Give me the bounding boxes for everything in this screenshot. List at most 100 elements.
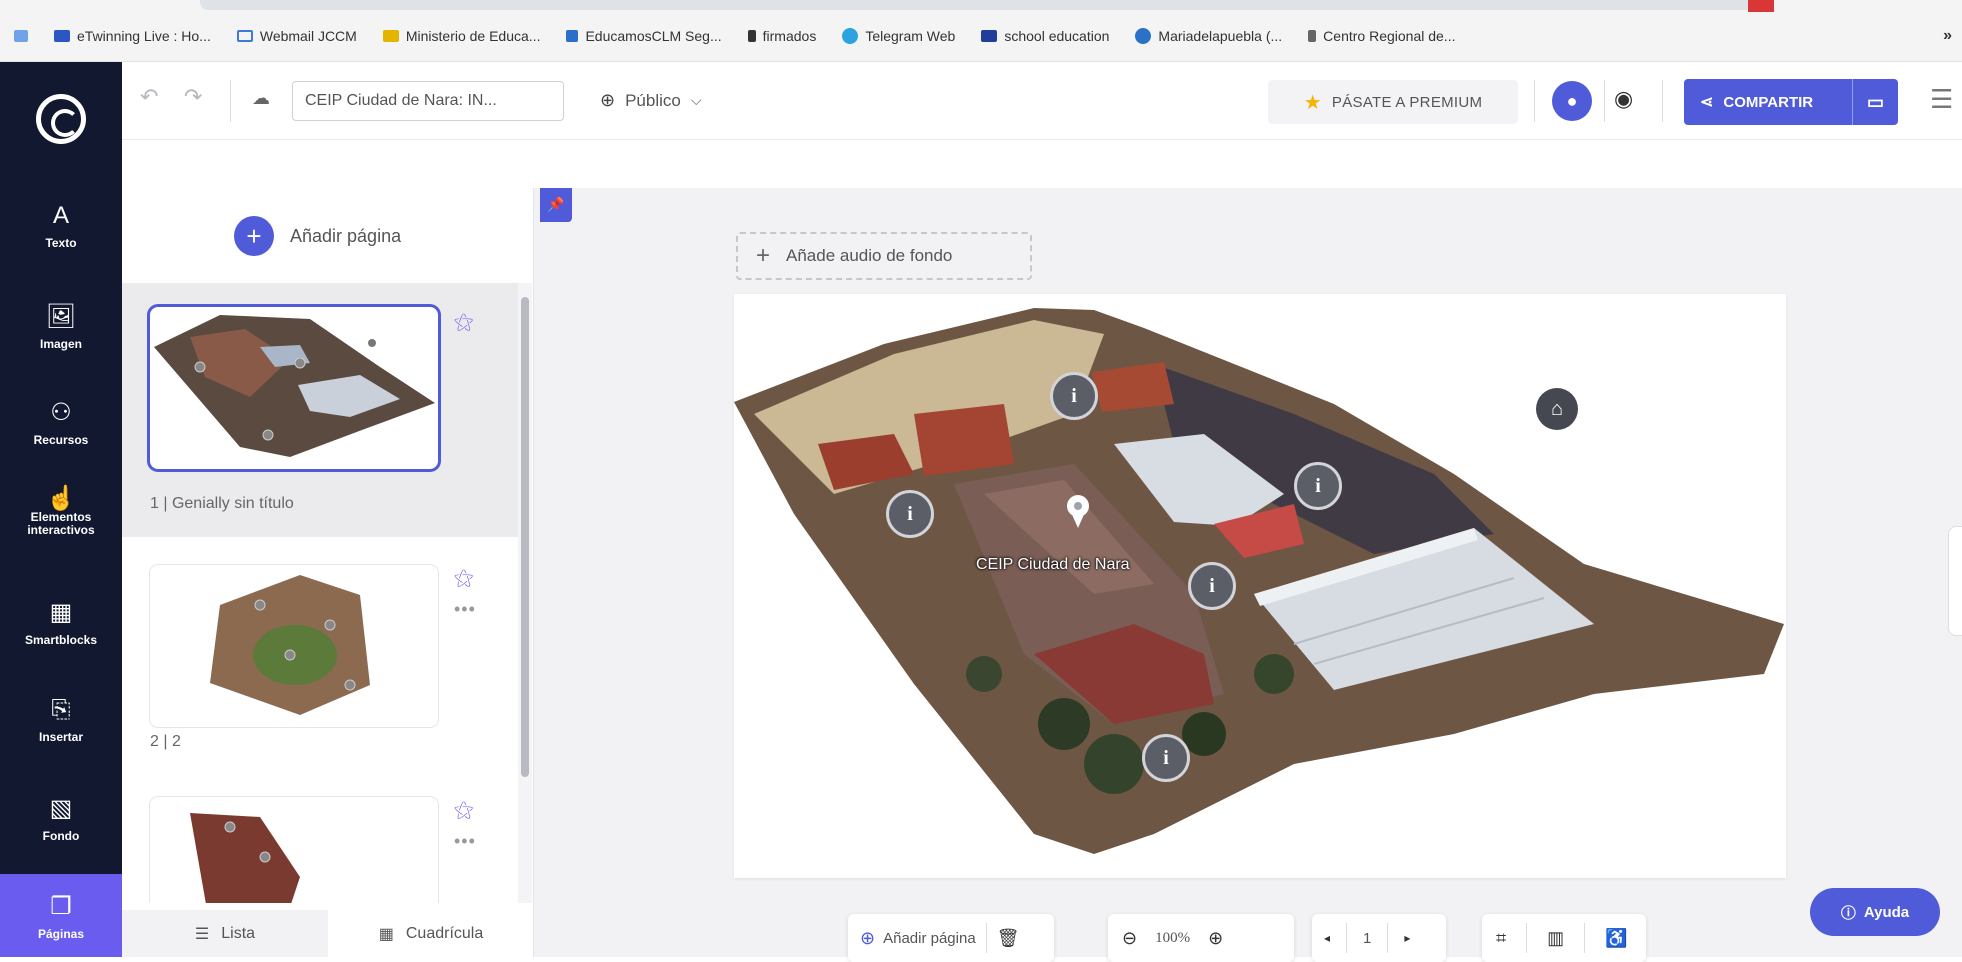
- redo-icon[interactable]: ↷: [184, 84, 202, 110]
- bookmarks-bar: eTwinning Live : Ho... Webmail JCCM Mini…: [0, 0, 1962, 62]
- zoom-level[interactable]: 100%: [1155, 930, 1190, 947]
- interactive-icon: ☝: [46, 485, 76, 512]
- accessibility-icon[interactable]: ♿: [1605, 928, 1627, 949]
- sidebar-item-fondo[interactable]: ▧ Fondo: [0, 794, 122, 843]
- preview-eye-icon[interactable]: ◉: [1614, 86, 1633, 112]
- telegram-icon: [842, 28, 859, 44]
- map-place-label: CEIP Ciudad de Nara: [976, 556, 1130, 573]
- page-item-1[interactable]: ⚝ 1 | Genially sin título: [122, 283, 518, 537]
- undo-icon[interactable]: ↶: [140, 84, 158, 110]
- pin-icon[interactable]: 📌: [540, 188, 572, 222]
- share-icon: ⋖: [1700, 94, 1714, 111]
- info-hotspot[interactable]: i: [1050, 372, 1098, 420]
- tab-cuadricula[interactable]: ▦ Cuadrícula: [328, 910, 534, 957]
- extension-icon[interactable]: [1748, 0, 1774, 12]
- bookmark-apps[interactable]: [14, 28, 28, 44]
- present-icon[interactable]: ▭: [1852, 79, 1898, 125]
- view-mode-tabs: ☰ Lista ▦ Cuadrícula: [122, 910, 534, 957]
- bookmark-centro-regional[interactable]: Centro Regional de...: [1308, 28, 1455, 44]
- info-hotspot[interactable]: i: [1188, 562, 1236, 610]
- view-options: ⌗ ▥ ♿: [1482, 914, 1646, 962]
- page-thumbnail[interactable]: [150, 565, 438, 727]
- bookmark-telegram[interactable]: Telegram Web: [842, 28, 955, 44]
- more-options-icon[interactable]: •••: [454, 599, 476, 620]
- mail-icon: [236, 30, 253, 42]
- project-title-input[interactable]: CEIP Ciudad de Nara: IN...: [292, 81, 564, 121]
- hamburger-menu-icon[interactable]: ☰: [1930, 84, 1953, 115]
- more-bookmarks-button[interactable]: »: [1943, 27, 1952, 45]
- page-navigation: ◂ 1 ▸: [1312, 914, 1446, 962]
- slide-canvas[interactable]: [734, 294, 1786, 878]
- add-background-audio-button[interactable]: + Añade audio de fondo: [736, 232, 1032, 280]
- add-page-button[interactable]: + Añadir página: [234, 216, 401, 256]
- star-icon: ★: [1303, 91, 1322, 114]
- bookmark-list: eTwinning Live : Ho... Webmail JCCM Mini…: [14, 28, 1455, 44]
- text-icon: A: [52, 202, 69, 229]
- next-page-icon[interactable]: ▸: [1404, 931, 1410, 945]
- visibility-dropdown[interactable]: ⊕ Público ⌵: [600, 90, 701, 111]
- more-options-icon[interactable]: •••: [454, 831, 476, 852]
- premium-button[interactable]: ★ PÁSATE A PREMIUM: [1268, 80, 1518, 124]
- bookmark-icon: [747, 30, 756, 42]
- grid-icon: ▦: [378, 925, 394, 943]
- list-icon: ☰: [194, 925, 210, 943]
- info-hotspot[interactable]: i: [1142, 734, 1190, 782]
- magic-wand-icon[interactable]: ⚝: [454, 567, 473, 590]
- bookmark-icon: [54, 30, 70, 42]
- bookmark-icon: [566, 30, 579, 42]
- zoom-out-icon[interactable]: ⊖: [1122, 928, 1137, 949]
- prev-page-icon[interactable]: ◂: [1324, 931, 1330, 945]
- page-thumbnail[interactable]: [150, 797, 438, 903]
- globe-icon: [1135, 28, 1152, 44]
- user-icon: ●: [1566, 91, 1578, 111]
- aerial-courtyard-thumbnail: [210, 575, 370, 715]
- info-hotspot[interactable]: i: [1294, 462, 1342, 510]
- sidebar-item-texto[interactable]: A Texto: [0, 202, 122, 250]
- top-toolbar: ↶ ↷ ☁ CEIP Ciudad de Nara: IN... ⊕ Públi…: [122, 62, 1962, 140]
- info-hotspot[interactable]: i: [886, 490, 934, 538]
- sidebar-item-elementos-interactivos[interactable]: ☝ Elementos interactivos: [0, 485, 122, 537]
- browser-tab-strip: [200, 0, 1760, 10]
- resources-icon: ⚇: [50, 399, 72, 426]
- plus-icon: +: [756, 242, 771, 269]
- sidebar-item-smartblocks[interactable]: ▦ Smartblocks: [0, 598, 122, 647]
- collaborators-avatar[interactable]: ●: [1552, 81, 1592, 121]
- magic-wand-icon[interactable]: ⚝: [454, 799, 473, 822]
- sidebar-item-imagen[interactable]: 🖼 Imagen: [0, 302, 122, 351]
- magic-wand-icon[interactable]: ⚝: [454, 311, 473, 334]
- smartblocks-icon: ▦: [49, 599, 73, 626]
- columns-icon[interactable]: ▥: [1547, 928, 1564, 949]
- bookmark-etwinning[interactable]: eTwinning Live : Ho...: [54, 28, 211, 44]
- bookmark-firmados[interactable]: firmados: [747, 28, 816, 44]
- bookmark-mariadelapuebla[interactable]: Mariadelapuebla (...: [1135, 28, 1282, 44]
- sidebar-item-recursos[interactable]: ⚇ Recursos: [0, 398, 122, 447]
- right-panel-handle[interactable]: [1948, 526, 1962, 636]
- zoom-in-icon[interactable]: ⊕: [1208, 928, 1223, 949]
- tab-lista[interactable]: ☰ Lista: [122, 910, 328, 957]
- chevron-down-icon: ⌵: [690, 92, 702, 108]
- grid-guides-icon[interactable]: ⌗: [1496, 928, 1506, 949]
- home-icon[interactable]: ⌂: [1536, 388, 1578, 430]
- cloud-save-icon: ☁: [252, 88, 270, 108]
- image-icon: 🖼: [45, 303, 77, 330]
- help-button[interactable]: ⓘ Ayuda: [1810, 888, 1940, 936]
- page-item-3[interactable]: ⚝ •••: [122, 769, 518, 903]
- insert-icon: ⎘: [51, 696, 71, 723]
- sidebar-item-paginas[interactable]: ❐ Páginas: [0, 874, 122, 957]
- aerial-building-thumbnail: [190, 813, 300, 903]
- bookmark-school-education[interactable]: school education: [981, 28, 1109, 44]
- page-item-2[interactable]: ⚝ ••• 2 | 2: [122, 537, 518, 769]
- add-page-bottom-button[interactable]: ⊕ Añadir página: [860, 928, 976, 949]
- trash-icon[interactable]: 🗑: [997, 928, 1020, 949]
- page-thumbnail[interactable]: [150, 307, 438, 469]
- page-list-scrollbar[interactable]: [518, 283, 532, 903]
- genially-logo[interactable]: [36, 94, 86, 144]
- page-number[interactable]: 1: [1363, 930, 1371, 947]
- bookmark-webmail[interactable]: Webmail JCCM: [236, 28, 357, 44]
- bookmark-educamos[interactable]: EducamosCLM Seg...: [566, 28, 722, 44]
- bookmark-ministerio[interactable]: Ministerio de Educa...: [382, 28, 540, 44]
- globe-icon: ⊕: [600, 90, 616, 110]
- share-button[interactable]: ⋖ COMPARTIR ▭: [1684, 79, 1898, 125]
- tools-sidebar: A Texto 🖼 Imagen ⚇ Recursos ☝ Elementos inte…: [0, 62, 122, 957]
- sidebar-item-insertar[interactable]: ⎘ Insertar: [0, 696, 122, 744]
